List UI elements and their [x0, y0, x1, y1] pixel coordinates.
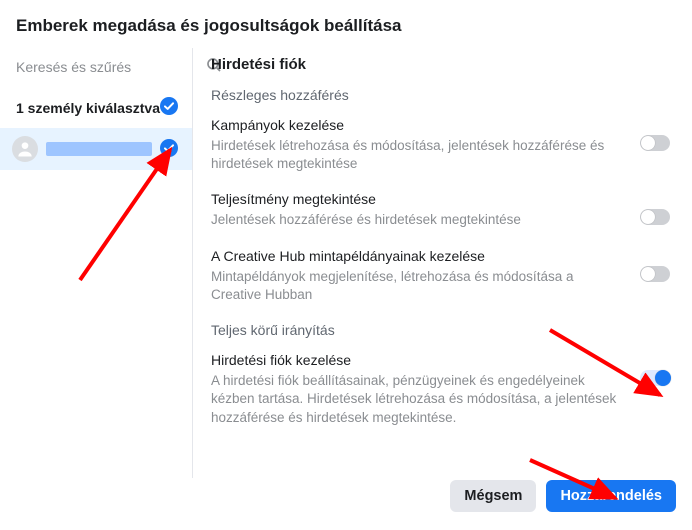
perm-desc: A hirdetési fiók beállításainak, pénzügy…	[211, 372, 626, 427]
perm-campaigns: Kampányok kezelése Hirdetések létrehozás…	[211, 117, 670, 173]
main-panel: Hirdetési fiók Részleges hozzáférés Kamp…	[193, 48, 692, 478]
footer-actions: Mégsem Hozzárendelés	[434, 468, 692, 524]
toggle-adaccount[interactable]	[640, 370, 670, 386]
toggle-creativehub[interactable]	[640, 266, 670, 282]
perm-title: A Creative Hub mintapéldányainak kezelés…	[211, 248, 626, 264]
section-title-partial: Részleges hozzáférés	[211, 87, 670, 103]
selected-count-row: 1 személy kiválasztva	[0, 87, 192, 128]
perm-performance: Teljesítmény megtekintése Jelentések hoz…	[211, 191, 670, 229]
sidebar: 1 személy kiválasztva	[0, 48, 193, 478]
cancel-button[interactable]: Mégsem	[450, 480, 536, 512]
toggle-performance[interactable]	[640, 209, 670, 225]
perm-desc: Hirdetések létrehozása és módosítása, je…	[211, 137, 626, 173]
assign-button[interactable]: Hozzárendelés	[546, 480, 676, 512]
toggle-campaigns[interactable]	[640, 135, 670, 151]
check-icon	[160, 97, 178, 118]
perm-creativehub: A Creative Hub mintapéldányainak kezelés…	[211, 248, 670, 304]
selected-count-label: 1 személy kiválasztva	[16, 100, 160, 116]
person-row[interactable]	[0, 128, 192, 170]
check-icon	[160, 139, 178, 160]
perm-title: Teljesítmény megtekintése	[211, 191, 626, 207]
section-title-full: Teljes körű irányítás	[211, 322, 670, 338]
search-input[interactable]	[16, 59, 197, 75]
perm-adaccount: Hirdetési fiók kezelése A hirdetési fiók…	[211, 352, 670, 427]
dialog-title: Emberek megadása és jogosultságok beállí…	[0, 0, 692, 48]
avatar	[12, 136, 38, 162]
perm-title: Hirdetési fiók kezelése	[211, 352, 626, 368]
person-name	[46, 142, 152, 156]
perm-title: Kampányok kezelése	[211, 117, 626, 133]
perm-desc: Mintapéldányok megjelenítése, létrehozás…	[211, 268, 626, 304]
main-heading: Hirdetési fiók	[211, 56, 670, 73]
perm-desc: Jelentések hozzáférése és hirdetések meg…	[211, 211, 626, 229]
